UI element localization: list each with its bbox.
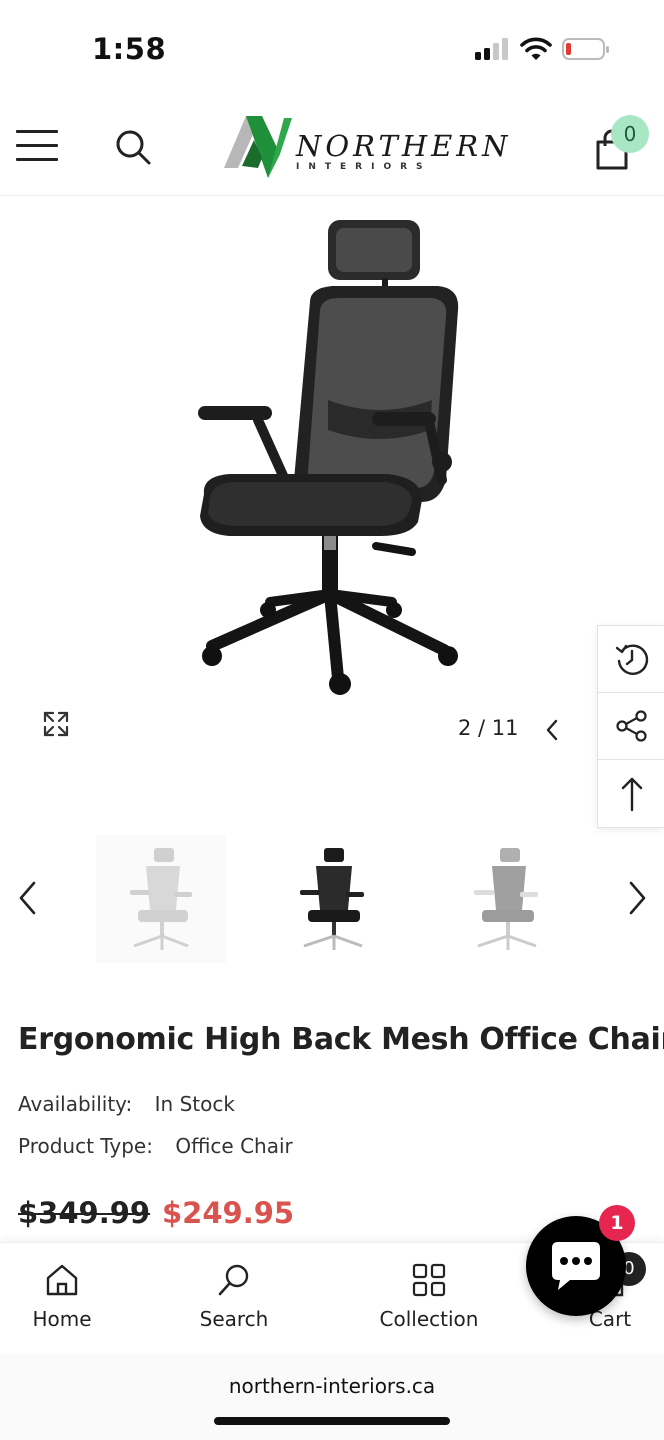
chair-thumbnail-grey-white (474, 848, 538, 950)
site-header: NORTHERN INTERIORS (0, 96, 664, 196)
nav-collection-label: Collection (379, 1307, 479, 1331)
thumbnail-1[interactable] (96, 835, 226, 963)
sale-price: $249.95 (162, 1196, 295, 1230)
chevron-right-icon[interactable] (625, 880, 649, 916)
browser-url-bar: northern-interiors.ca (0, 1354, 664, 1440)
status-bar: 1:58 (0, 0, 664, 96)
menu-icon[interactable] (16, 130, 58, 162)
logo-mark-icon (224, 116, 292, 178)
product-type-value[interactable]: Office Chair (175, 1134, 292, 1158)
home-icon (46, 1264, 78, 1296)
product-type-label: Product Type: (18, 1134, 153, 1158)
chair-thumbnail-grey (130, 848, 192, 950)
chair-thumbnail-black (300, 848, 364, 950)
battery-icon (562, 38, 609, 60)
original-price: $349.99 (18, 1196, 151, 1230)
cart-count-badge: 0 (611, 115, 649, 153)
logo-wordmark: NORTHERN (296, 129, 512, 163)
chevron-left-icon[interactable] (16, 880, 40, 916)
home-indicator (214, 1417, 450, 1425)
nav-search-label: Search (199, 1307, 269, 1331)
product-type-row: Product Type: Office Chair (18, 1134, 293, 1158)
thumbnail-3[interactable] (440, 835, 570, 963)
nav-search[interactable]: Search (190, 1263, 278, 1331)
search-icon (218, 1264, 249, 1296)
nav-collection[interactable]: Collection (368, 1263, 490, 1331)
recently-viewed-button[interactable] (598, 626, 664, 693)
expand-icon[interactable] (42, 710, 70, 738)
product-image[interactable] (160, 210, 490, 710)
product-title: Ergonomic High Back Mesh Office Chair (18, 1022, 664, 1057)
share-button[interactable] (598, 693, 664, 760)
arrow-up-icon (621, 777, 642, 811)
grid-icon (412, 1263, 446, 1297)
availability-label: Availability: (18, 1092, 133, 1116)
availability-value: In Stock (154, 1092, 235, 1116)
nav-home[interactable]: Home (24, 1263, 100, 1331)
floating-tools (597, 625, 664, 828)
availability-row: Availability: In Stock (18, 1092, 235, 1116)
search-icon[interactable] (114, 128, 152, 166)
url-text[interactable]: northern-interiors.ca (0, 1374, 664, 1398)
history-icon (615, 644, 648, 675)
signal-icon (475, 38, 508, 60)
status-time: 1:58 (92, 32, 167, 66)
logo-subtitle: INTERIORS (296, 162, 432, 172)
logo[interactable]: NORTHERN INTERIORS (222, 110, 508, 180)
thumbnail-2[interactable] (268, 835, 398, 963)
nav-home-label: Home (32, 1307, 92, 1331)
share-icon (615, 710, 647, 742)
back-to-top-button[interactable] (598, 760, 664, 827)
chevron-left-icon[interactable] (544, 718, 560, 742)
wifi-icon (520, 37, 552, 60)
image-counter: 2 / 11 (458, 716, 519, 740)
chat-unread-badge: 1 (599, 1205, 635, 1241)
